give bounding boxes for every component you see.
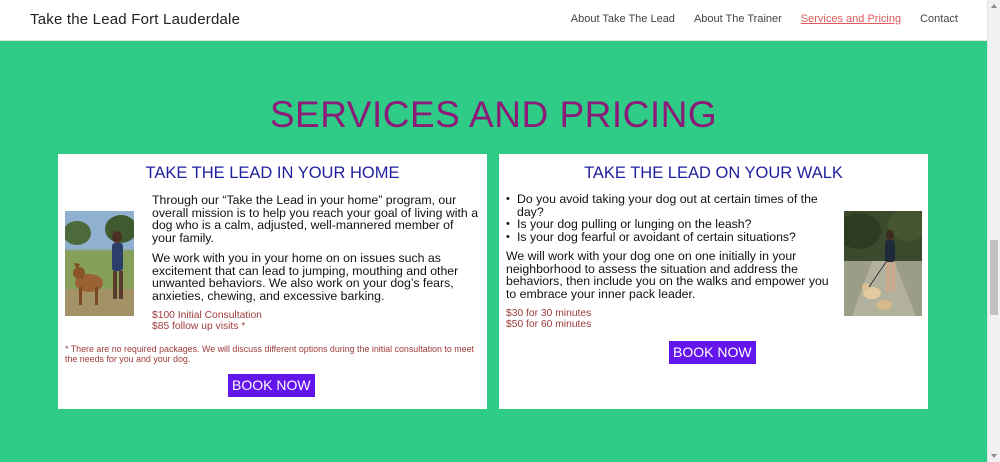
site-header: Take the Lead Fort Lauderdale About Take…: [0, 0, 987, 41]
home-photo: [65, 211, 134, 316]
page-scrollbar[interactable]: [987, 0, 1000, 462]
main-nav: About Take The Lead About The Trainer Se…: [571, 13, 958, 25]
nav-about-take-the-lead[interactable]: About Take The Lead: [571, 13, 675, 25]
child-with-dog-image-icon: [65, 211, 134, 316]
home-price-initial: $100 Initial Consultation: [152, 310, 262, 321]
home-price-followup: $85 follow up visits *: [152, 321, 246, 332]
nav-services-and-pricing[interactable]: Services and Pricing: [801, 13, 901, 25]
walk-book-now-button[interactable]: BOOK NOW: [669, 341, 756, 364]
walk-service-card: TAKE THE LEAD ON YOUR WALK Do you avoid …: [499, 154, 928, 409]
walk-price-30: $30 for 30 minutes: [506, 308, 592, 319]
home-intro-text: Through our “Take the Lead in your home”…: [152, 193, 479, 245]
site-brand[interactable]: Take the Lead Fort Lauderdale: [30, 11, 240, 28]
scroll-down-arrow-icon[interactable]: [991, 454, 997, 458]
home-book-now-button[interactable]: BOOK NOW: [228, 374, 315, 397]
home-packages-note: * There are no required packages. We wil…: [65, 344, 474, 364]
walk-photo: [844, 211, 922, 316]
walk-card-title: TAKE THE LEAD ON YOUR WALK: [584, 164, 843, 182]
scroll-up-arrow-icon[interactable]: [991, 4, 997, 8]
woman-walking-dogs-image-icon: [844, 211, 922, 316]
home-service-card: TAKE THE LEAD IN YOUR HOME Through our “…: [58, 154, 487, 409]
nav-contact[interactable]: Contact: [920, 13, 958, 25]
list-item: Do you avoid taking your dog out at cert…: [506, 193, 826, 218]
page-title: SERVICES AND PRICING: [269, 94, 718, 135]
scroll-thumb[interactable]: [990, 240, 998, 315]
walk-questions-list: Do you avoid taking your dog out at cert…: [506, 193, 826, 243]
walk-price-60: $50 for 60 minutes: [506, 319, 592, 330]
home-card-title: TAKE THE LEAD IN YOUR HOME: [145, 164, 400, 182]
list-item: Is your dog fearful or avoidant of certa…: [506, 230, 826, 244]
walk-description-text: We will work with your dog one on one in…: [506, 249, 829, 301]
home-issues-text: We work with you in your home on on issu…: [152, 251, 459, 303]
list-item: Is your dog pulling or lunging on the le…: [506, 218, 826, 231]
nav-about-the-trainer[interactable]: About The Trainer: [694, 13, 782, 25]
